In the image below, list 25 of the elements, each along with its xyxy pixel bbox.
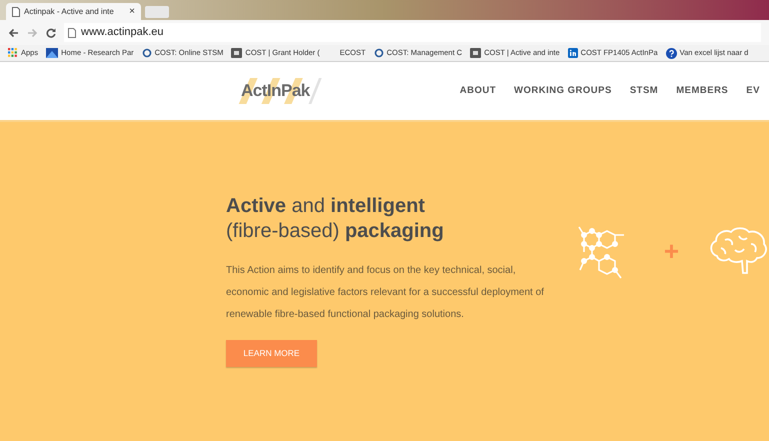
close-tab-button[interactable]: × (129, 6, 135, 16)
linkedin-icon (568, 48, 578, 58)
plus-sign: + (664, 234, 679, 268)
nav-link[interactable]: EV (746, 84, 760, 98)
nav-link[interactable]: STSM (630, 84, 658, 98)
framed-square-icon (231, 48, 242, 58)
url-text: www.actinpak.eu (81, 25, 164, 40)
browser-tab[interactable]: Actinpak - Active and inte × (6, 3, 141, 20)
back-icon[interactable] (8, 28, 19, 38)
hero-description: This Action aims to identify and focus on the key technical, social, economic and legislative factors relevant for a successful deployment of renewable fibre-based functional packaging solutions. (226, 264, 545, 322)
ring-icon (374, 48, 384, 58)
tab-title: Actinpak - Active and inte (24, 6, 115, 18)
nav-link[interactable]: WORKING GROUPS (514, 84, 612, 98)
nav-link[interactable]: ABOUT (460, 84, 496, 98)
apps-grid-icon (8, 48, 18, 58)
reload-icon[interactable] (46, 28, 56, 38)
page-icon (12, 6, 20, 16)
hero-title: Active and intelligent (fibre-based) packaging (226, 194, 445, 244)
nav-link[interactable]: MEMBERS (676, 84, 728, 98)
image-icon (46, 48, 58, 58)
framed-square-icon (470, 48, 482, 58)
page-icon (68, 28, 76, 38)
address-field[interactable]: www.actinpak.eu (64, 23, 761, 42)
help-icon (666, 48, 677, 58)
ring-icon (142, 48, 152, 58)
